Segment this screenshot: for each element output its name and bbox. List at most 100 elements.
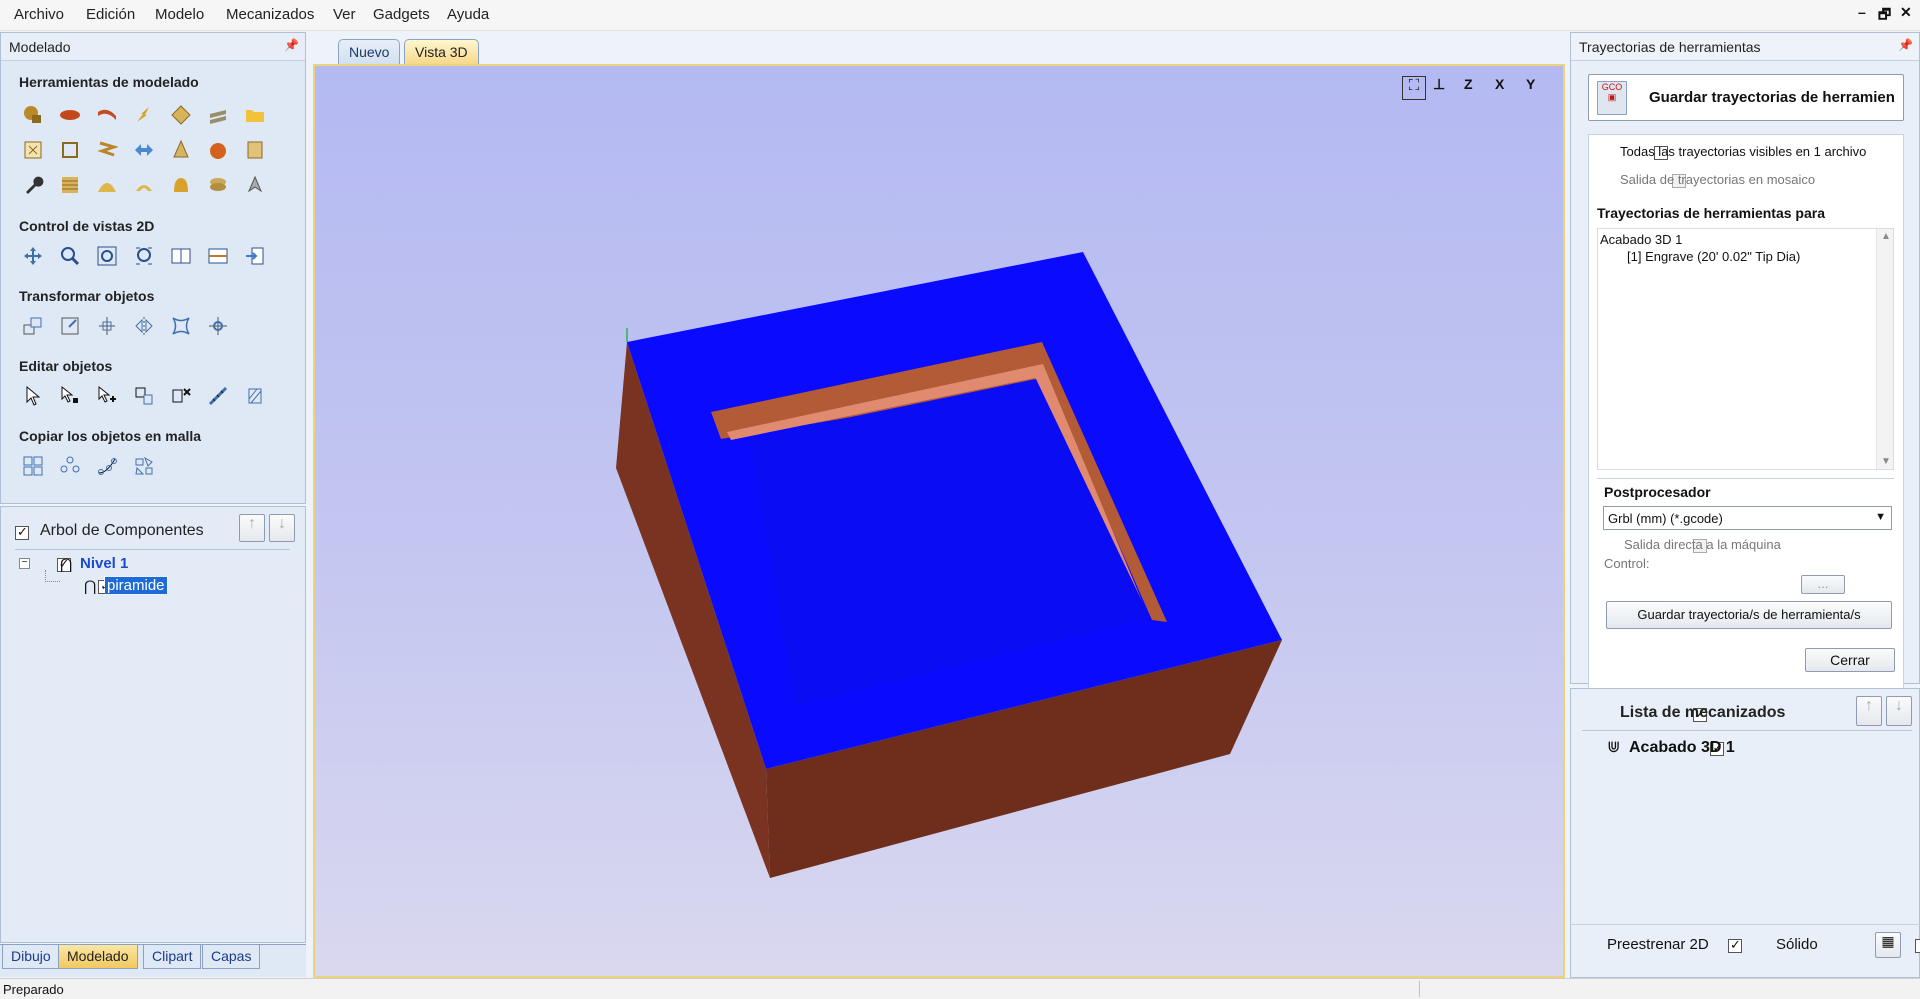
create-shape-icon[interactable] — [20, 102, 46, 128]
status-text: Preparado — [3, 982, 64, 997]
measure-icon[interactable] — [205, 383, 231, 409]
transform-mode-icon[interactable] — [94, 383, 120, 409]
menu-gadgets[interactable]: Gadgets — [373, 6, 430, 23]
sculpt-icon[interactable] — [168, 137, 194, 163]
interactive-trim-icon[interactable] — [131, 383, 157, 409]
panel-header: Modelado 📌 — [1, 33, 305, 61]
scroll-up-icon[interactable]: ▲ — [1881, 231, 1891, 242]
move-up-button[interactable]: ↑ — [239, 514, 265, 542]
slice-icon[interactable] — [57, 172, 83, 198]
viewport-3d[interactable]: ⛶ ⊥ Z X Y — [313, 64, 1565, 978]
machining-move-down-button[interactable]: ↓ — [1886, 696, 1912, 726]
control-browse-button[interactable]: ... — [1801, 575, 1845, 594]
iso-view-icon[interactable]: ⊥ — [1433, 76, 1457, 100]
layers-icon[interactable] — [205, 172, 231, 198]
tab-capas[interactable]: Capas — [202, 945, 261, 969]
z-view-icon[interactable]: Z — [1464, 76, 1488, 100]
status-bar: Preparado — [0, 978, 1920, 999]
toolpaths-for-label: Trayectorias de herramientas para — [1597, 205, 1826, 221]
hatch-icon[interactable] — [242, 383, 268, 409]
extrude-icon[interactable] — [94, 102, 120, 128]
menu-ver[interactable]: Ver — [333, 6, 356, 23]
select-icon[interactable] — [20, 383, 46, 409]
move-icon[interactable] — [20, 313, 46, 339]
open-folder-icon[interactable] — [242, 102, 268, 128]
y-view-icon[interactable]: Y — [1526, 76, 1550, 100]
menu-modelo[interactable]: Modelo — [155, 6, 204, 23]
postprocessor-label: Postprocesador — [1604, 484, 1711, 500]
close-button[interactable]: Cerrar — [1805, 648, 1895, 672]
arch-icon[interactable] — [131, 172, 157, 198]
nesting-icon[interactable] — [131, 453, 157, 479]
x-view-icon[interactable]: X — [1495, 76, 1519, 100]
list-scrollbar[interactable]: ▲ ▼ — [1876, 229, 1893, 469]
postprocessor-select[interactable]: Grbl (mm) (*.gcode) ▼ — [1603, 506, 1892, 530]
bell-icon[interactable] — [168, 172, 194, 198]
menu-archivo[interactable]: Archivo — [14, 6, 64, 23]
calculator-icon[interactable]: ▦ — [1875, 932, 1901, 958]
two-rail-sweep-icon[interactable] — [57, 102, 83, 128]
delete-icon[interactable] — [168, 383, 194, 409]
bounding-box-icon[interactable] — [20, 137, 46, 163]
level-label[interactable]: Nivel 1 — [80, 555, 128, 572]
split-view-icon[interactable] — [168, 243, 194, 269]
tab-modelado[interactable]: Modelado — [58, 945, 138, 969]
toolpath-list-item[interactable]: Acabado 3D 1 — [1600, 232, 1682, 247]
preview-2d-checkbox[interactable] — [1728, 937, 1742, 953]
scale-icon[interactable] — [57, 313, 83, 339]
minimize-icon[interactable]: – — [1858, 4, 1866, 20]
level-icon: ⋂ — [60, 556, 73, 573]
dome-icon[interactable] — [94, 172, 120, 198]
tab-clipart[interactable]: Clipart — [143, 945, 202, 969]
circular-copy-icon[interactable] — [57, 453, 83, 479]
pin-icon[interactable]: 📌 — [284, 38, 299, 52]
menu-mecanizados[interactable]: Mecanizados — [226, 6, 314, 23]
zoom-selected-icon[interactable] — [131, 243, 157, 269]
smooth-icon[interactable] — [205, 137, 231, 163]
move-down-button[interactable]: ↓ — [269, 514, 295, 542]
align-icon[interactable] — [94, 313, 120, 339]
pin-icon[interactable]: 📌 — [1898, 38, 1913, 52]
tree-visibility-checkbox[interactable] — [15, 524, 29, 540]
toolpath-list-item[interactable]: [1] Engrave (20' 0.02" Tip Dia) — [1627, 249, 1800, 264]
zoom-extents-icon[interactable]: ⛶ — [1402, 76, 1426, 100]
save-toolpaths-button[interactable]: Guardar trayectoria/s de herramienta/s — [1606, 601, 1892, 629]
scroll-down-icon[interactable]: ▼ — [1881, 456, 1891, 467]
horizontal-split-icon[interactable] — [205, 243, 231, 269]
machining-move-up-button[interactable]: ↑ — [1856, 696, 1882, 726]
mirror-objects-icon[interactable] — [131, 313, 157, 339]
pan-icon[interactable] — [20, 243, 46, 269]
close-icon[interactable]: ✕ — [1900, 4, 1912, 21]
solid-checkbox[interactable] — [1914, 938, 1920, 953]
direct-output-label: Salida directa a la máquina — [1624, 537, 1781, 552]
menu-ayuda[interactable]: Ayuda — [447, 6, 489, 23]
wrench-icon[interactable] — [20, 172, 46, 198]
copy-along-vector-icon[interactable] — [94, 453, 120, 479]
offset-icon[interactable] — [168, 102, 194, 128]
restore-icon[interactable]: 🗗 — [1878, 4, 1891, 28]
block-copy-icon[interactable] — [20, 453, 46, 479]
frame-icon[interactable] — [57, 137, 83, 163]
point-icon[interactable] — [242, 172, 268, 198]
tab-dibujo[interactable]: Dibujo — [2, 945, 60, 969]
menu-edicion[interactable]: Edición — [86, 6, 135, 23]
zoom-all-icon[interactable] — [94, 243, 120, 269]
texture-icon[interactable] — [205, 102, 231, 128]
distort-icon[interactable] — [94, 137, 120, 163]
save-toolpaths-top-button[interactable]: GCO ▣ Guardar trayectorias de herramien — [1588, 74, 1904, 121]
node-edit-icon[interactable] — [57, 383, 83, 409]
zoom-icon[interactable] — [57, 243, 83, 269]
mirror-icon[interactable] — [131, 137, 157, 163]
section-edit: Editar objetos — [19, 358, 113, 374]
view-import-icon[interactable] — [242, 243, 268, 269]
center-icon[interactable] — [205, 313, 231, 339]
distort-objects-icon[interactable] — [168, 313, 194, 339]
machining-item[interactable]: Acabado 3D 1 — [1629, 739, 1735, 757]
component-item[interactable]: piramide — [104, 576, 168, 595]
toolpath-list[interactable]: Acabado 3D 1 [1] Engrave (20' 0.02" Tip … — [1597, 228, 1894, 470]
fade-icon[interactable] — [242, 137, 268, 163]
weave-icon[interactable] — [131, 102, 157, 128]
collapse-icon[interactable]: − — [19, 558, 30, 569]
tab-nuevo[interactable]: Nuevo — [338, 39, 401, 64]
tab-vista-3d[interactable]: Vista 3D — [404, 39, 479, 64]
